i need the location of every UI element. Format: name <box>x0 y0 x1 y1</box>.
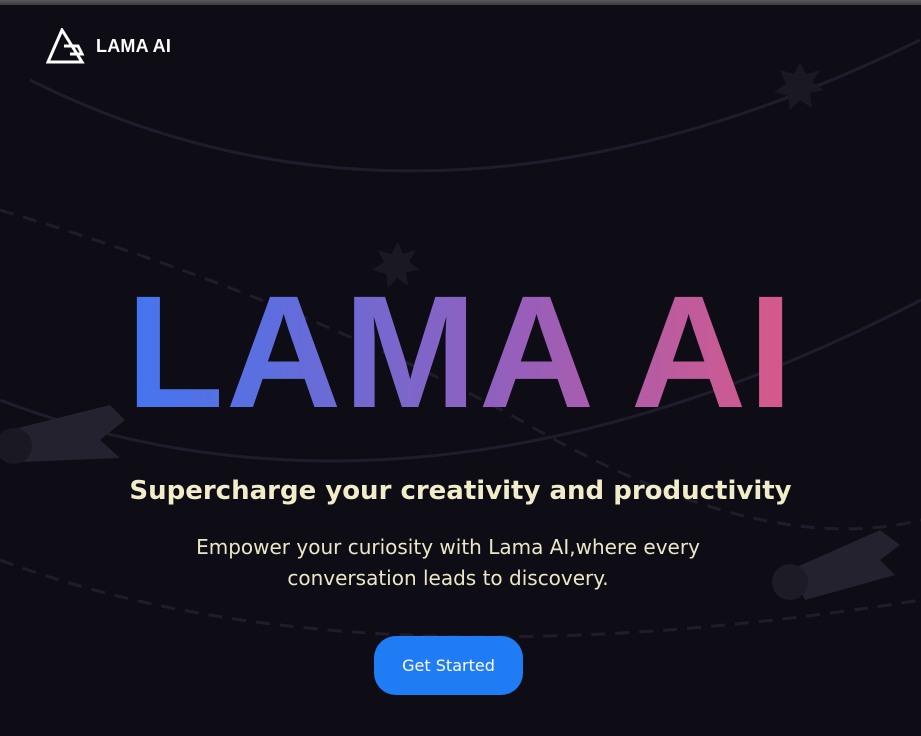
lama-logo-icon <box>46 28 86 64</box>
hero-tagline: Supercharge your creativity and producti… <box>129 476 792 506</box>
brand-name: LAMA AI <box>96 35 172 56</box>
comet-icon <box>772 530 900 600</box>
brand-logo[interactable]: LAMA AI <box>46 28 171 64</box>
hero-title: LAMA AI <box>0 272 921 432</box>
star-icon <box>774 62 824 110</box>
hero-description: Empower your curiosity with Lama AI,wher… <box>196 535 700 590</box>
landing-page: LAMA AI LAMA AI Supercharge your creativ… <box>0 0 921 736</box>
get-started-button[interactable]: Get Started <box>374 636 523 695</box>
